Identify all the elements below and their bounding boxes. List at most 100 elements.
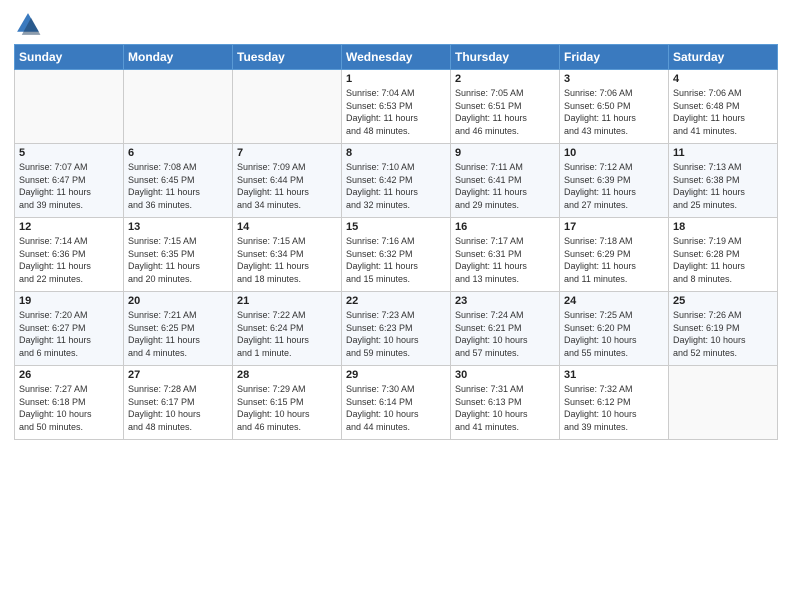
calendar-cell: 12 Sunrise: 7:14 AM Sunset: 6:36 PM Dayli… xyxy=(15,218,124,292)
calendar-cell: 25 Sunrise: 7:26 AM Sunset: 6:19 PM Dayli… xyxy=(669,292,778,366)
calendar-cell: 19 Sunrise: 7:20 AM Sunset: 6:27 PM Dayli… xyxy=(15,292,124,366)
calendar-cell: 15 Sunrise: 7:16 AM Sunset: 6:32 PM Dayli… xyxy=(342,218,451,292)
day-number: 11 xyxy=(673,147,773,159)
calendar-week-3: 12 Sunrise: 7:14 AM Sunset: 6:36 PM Dayli… xyxy=(15,218,778,292)
day-number: 20 xyxy=(128,295,228,307)
day-number: 12 xyxy=(19,221,119,233)
page-header xyxy=(14,10,778,38)
day-info: Sunrise: 7:20 AM Sunset: 6:27 PM Dayligh… xyxy=(19,309,119,359)
day-info: Sunrise: 7:05 AM Sunset: 6:51 PM Dayligh… xyxy=(455,87,555,137)
calendar-cell: 21Sunrise: 7:22 AM Sunset: 6:24 PM Dayli… xyxy=(233,292,342,366)
calendar-cell: 18Sunrise: 7:19 AM Sunset: 6:28 PM Dayli… xyxy=(669,218,778,292)
day-info: Sunrise: 7:26 AM Sunset: 6:19 PM Dayligh… xyxy=(673,309,773,359)
day-number: 27 xyxy=(128,369,228,381)
calendar-cell: 24Sunrise: 7:25 AM Sunset: 6:20 PM Dayli… xyxy=(560,292,669,366)
calendar-cell xyxy=(669,366,778,440)
day-info: Sunrise: 7:32 AM Sunset: 6:12 PM Dayligh… xyxy=(564,383,664,433)
day-info: Sunrise: 7:17 AM Sunset: 6:31 PM Dayligh… xyxy=(455,235,555,285)
day-info: Sunrise: 7:06 AM Sunset: 6:48 PM Dayligh… xyxy=(673,87,773,137)
calendar-header-wednesday: Wednesday xyxy=(342,45,451,70)
day-number: 19 xyxy=(19,295,119,307)
logo xyxy=(14,10,46,38)
day-info: Sunrise: 7:07 AM Sunset: 6:47 PM Dayligh… xyxy=(19,161,119,211)
calendar-week-2: 5 Sunrise: 7:07 AM Sunset: 6:47 PM Daylig… xyxy=(15,144,778,218)
calendar-cell xyxy=(124,70,233,144)
calendar-header-saturday: Saturday xyxy=(669,45,778,70)
calendar-cell: 8 Sunrise: 7:10 AM Sunset: 6:42 PM Daylig… xyxy=(342,144,451,218)
day-number: 28 xyxy=(237,369,337,381)
calendar-cell: 10Sunrise: 7:12 AM Sunset: 6:39 PM Dayli… xyxy=(560,144,669,218)
day-number: 18 xyxy=(673,221,773,233)
calendar-cell: 22 Sunrise: 7:23 AM Sunset: 6:23 PM Dayli… xyxy=(342,292,451,366)
calendar-cell: 26 Sunrise: 7:27 AM Sunset: 6:18 PM Dayli… xyxy=(15,366,124,440)
day-number: 31 xyxy=(564,369,664,381)
day-number: 22 xyxy=(346,295,446,307)
day-info: Sunrise: 7:27 AM Sunset: 6:18 PM Dayligh… xyxy=(19,383,119,433)
calendar-week-5: 26 Sunrise: 7:27 AM Sunset: 6:18 PM Dayli… xyxy=(15,366,778,440)
calendar-cell: 9Sunrise: 7:11 AM Sunset: 6:41 PM Daylig… xyxy=(451,144,560,218)
day-number: 16 xyxy=(455,221,555,233)
day-info: Sunrise: 7:25 AM Sunset: 6:20 PM Dayligh… xyxy=(564,309,664,359)
day-number: 29 xyxy=(346,369,446,381)
day-info: Sunrise: 7:21 AM Sunset: 6:25 PM Dayligh… xyxy=(128,309,228,359)
day-number: 25 xyxy=(673,295,773,307)
logo-icon xyxy=(14,10,42,38)
calendar-cell: 16 Sunrise: 7:17 AM Sunset: 6:31 PM Dayli… xyxy=(451,218,560,292)
day-number: 17 xyxy=(564,221,664,233)
day-number: 8 xyxy=(346,147,446,159)
calendar-cell xyxy=(15,70,124,144)
day-info: Sunrise: 7:31 AM Sunset: 6:13 PM Dayligh… xyxy=(455,383,555,433)
day-number: 26 xyxy=(19,369,119,381)
day-info: Sunrise: 7:16 AM Sunset: 6:32 PM Dayligh… xyxy=(346,235,446,285)
calendar-cell: 13 Sunrise: 7:15 AM Sunset: 6:35 PM Dayli… xyxy=(124,218,233,292)
day-info: Sunrise: 7:09 AM Sunset: 6:44 PM Dayligh… xyxy=(237,161,337,211)
calendar-header-monday: Monday xyxy=(124,45,233,70)
day-number: 14 xyxy=(237,221,337,233)
day-number: 5 xyxy=(19,147,119,159)
calendar-header-friday: Friday xyxy=(560,45,669,70)
calendar-cell: 20 Sunrise: 7:21 AM Sunset: 6:25 PM Dayli… xyxy=(124,292,233,366)
day-number: 10 xyxy=(564,147,664,159)
day-number: 21 xyxy=(237,295,337,307)
day-number: 2 xyxy=(455,73,555,85)
calendar-cell: 30 Sunrise: 7:31 AM Sunset: 6:13 PM Dayli… xyxy=(451,366,560,440)
day-info: Sunrise: 7:15 AM Sunset: 6:35 PM Dayligh… xyxy=(128,235,228,285)
calendar-header-tuesday: Tuesday xyxy=(233,45,342,70)
day-info: Sunrise: 7:10 AM Sunset: 6:42 PM Dayligh… xyxy=(346,161,446,211)
calendar-cell: 28 Sunrise: 7:29 AM Sunset: 6:15 PM Dayli… xyxy=(233,366,342,440)
calendar-cell: 2 Sunrise: 7:05 AM Sunset: 6:51 PM Daylig… xyxy=(451,70,560,144)
calendar-week-1: 1Sunrise: 7:04 AM Sunset: 6:53 PM Daylig… xyxy=(15,70,778,144)
day-info: Sunrise: 7:23 AM Sunset: 6:23 PM Dayligh… xyxy=(346,309,446,359)
calendar-table: SundayMondayTuesdayWednesdayThursdayFrid… xyxy=(14,44,778,440)
day-info: Sunrise: 7:13 AM Sunset: 6:38 PM Dayligh… xyxy=(673,161,773,211)
calendar-cell: 27 Sunrise: 7:28 AM Sunset: 6:17 PM Dayli… xyxy=(124,366,233,440)
day-number: 7 xyxy=(237,147,337,159)
calendar-header-thursday: Thursday xyxy=(451,45,560,70)
day-info: Sunrise: 7:24 AM Sunset: 6:21 PM Dayligh… xyxy=(455,309,555,359)
day-number: 30 xyxy=(455,369,555,381)
day-info: Sunrise: 7:29 AM Sunset: 6:15 PM Dayligh… xyxy=(237,383,337,433)
day-info: Sunrise: 7:15 AM Sunset: 6:34 PM Dayligh… xyxy=(237,235,337,285)
calendar-week-4: 19 Sunrise: 7:20 AM Sunset: 6:27 PM Dayli… xyxy=(15,292,778,366)
calendar-cell: 3 Sunrise: 7:06 AM Sunset: 6:50 PM Daylig… xyxy=(560,70,669,144)
day-info: Sunrise: 7:30 AM Sunset: 6:14 PM Dayligh… xyxy=(346,383,446,433)
day-info: Sunrise: 7:28 AM Sunset: 6:17 PM Dayligh… xyxy=(128,383,228,433)
calendar-cell: 17Sunrise: 7:18 AM Sunset: 6:29 PM Dayli… xyxy=(560,218,669,292)
day-number: 6 xyxy=(128,147,228,159)
day-number: 13 xyxy=(128,221,228,233)
calendar-header-row: SundayMondayTuesdayWednesdayThursdayFrid… xyxy=(15,45,778,70)
day-info: Sunrise: 7:08 AM Sunset: 6:45 PM Dayligh… xyxy=(128,161,228,211)
day-info: Sunrise: 7:11 AM Sunset: 6:41 PM Dayligh… xyxy=(455,161,555,211)
day-info: Sunrise: 7:14 AM Sunset: 6:36 PM Dayligh… xyxy=(19,235,119,285)
day-number: 3 xyxy=(564,73,664,85)
day-number: 15 xyxy=(346,221,446,233)
day-number: 4 xyxy=(673,73,773,85)
calendar-cell xyxy=(233,70,342,144)
calendar-cell: 4 Sunrise: 7:06 AM Sunset: 6:48 PM Daylig… xyxy=(669,70,778,144)
calendar-cell: 1Sunrise: 7:04 AM Sunset: 6:53 PM Daylig… xyxy=(342,70,451,144)
calendar-cell: 11 Sunrise: 7:13 AM Sunset: 6:38 PM Dayli… xyxy=(669,144,778,218)
day-number: 23 xyxy=(455,295,555,307)
calendar-cell: 7 Sunrise: 7:09 AM Sunset: 6:44 PM Daylig… xyxy=(233,144,342,218)
calendar-cell: 5 Sunrise: 7:07 AM Sunset: 6:47 PM Daylig… xyxy=(15,144,124,218)
day-info: Sunrise: 7:06 AM Sunset: 6:50 PM Dayligh… xyxy=(564,87,664,137)
